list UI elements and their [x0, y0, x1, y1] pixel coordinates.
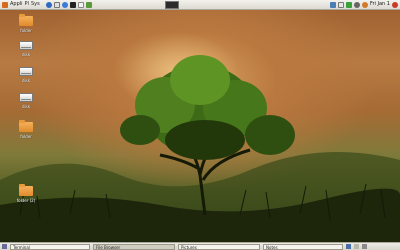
drive-icon — [19, 41, 33, 50]
active-window-indicator[interactable] — [165, 1, 179, 9]
system-tray: Fri Jan 1 — [329, 0, 398, 9]
desktop-icon-label: disk — [21, 52, 31, 57]
taskbar-button[interactable]: Terminal — [10, 243, 90, 250]
distro-logo-icon[interactable] — [2, 1, 8, 8]
taskbar-button[interactable]: Notes — [263, 243, 343, 250]
drive-icon — [19, 67, 33, 76]
workspace-switcher-icon[interactable] — [346, 244, 351, 249]
text-editor-launcher-icon[interactable] — [77, 1, 84, 8]
show-desktop-icon[interactable] — [2, 244, 7, 249]
taskbar-button[interactable]: File Browser — [93, 243, 175, 250]
folder-icon — [19, 14, 33, 26]
desktop-icon-label: folder (2) — [16, 198, 36, 203]
calc-launcher-icon[interactable] — [85, 1, 92, 8]
desktop-icon-label: folder — [20, 28, 32, 33]
bottom-panel: Terminal File Browser Pictures Notes — [0, 242, 400, 250]
desktop-icon-label: folder — [20, 134, 32, 139]
desktop-wallpaper — [0, 0, 400, 250]
desktop-icon-label: disk — [21, 104, 31, 109]
places-menu[interactable]: Pl — [25, 0, 29, 9]
folder-icon — [19, 184, 33, 196]
clock[interactable]: Fri Jan 1 — [370, 0, 390, 9]
workspace-switcher-icon[interactable] — [354, 244, 359, 249]
terminal-launcher-icon[interactable] — [69, 1, 76, 8]
desktop-icon-drive[interactable]: disk — [11, 93, 41, 109]
drive-icon — [19, 93, 33, 102]
desktop-icon-drive[interactable]: disk — [11, 41, 41, 57]
mail-status-icon[interactable] — [337, 1, 344, 8]
system-menu[interactable]: Sys — [31, 0, 40, 9]
mail-launcher-icon[interactable] — [53, 1, 60, 8]
desktop-icon-drive[interactable]: disk — [11, 67, 41, 83]
desktop-icon-label: disk — [21, 78, 31, 83]
battery-icon[interactable] — [345, 1, 352, 8]
chat-icon[interactable] — [361, 1, 368, 8]
desktop-icon-folder[interactable]: folder — [11, 14, 41, 33]
help-launcher-icon[interactable] — [61, 1, 68, 8]
tree-wallpaper-art — [0, 55, 400, 250]
applications-menu[interactable]: Appli — [10, 0, 23, 9]
taskbar-button[interactable]: Pictures — [178, 243, 260, 250]
network-icon[interactable] — [329, 1, 336, 8]
browser-launcher-icon[interactable] — [45, 1, 52, 8]
power-icon[interactable] — [392, 1, 398, 8]
folder-icon — [19, 120, 33, 132]
trash-icon[interactable] — [362, 244, 367, 249]
volume-icon[interactable] — [353, 1, 360, 8]
desktop-icon-folder[interactable]: folder — [11, 120, 41, 139]
desktop-icon-folder[interactable]: folder (2) — [11, 184, 41, 203]
top-panel: Appli Pl Sys Fri Jan 1 — [0, 0, 400, 10]
